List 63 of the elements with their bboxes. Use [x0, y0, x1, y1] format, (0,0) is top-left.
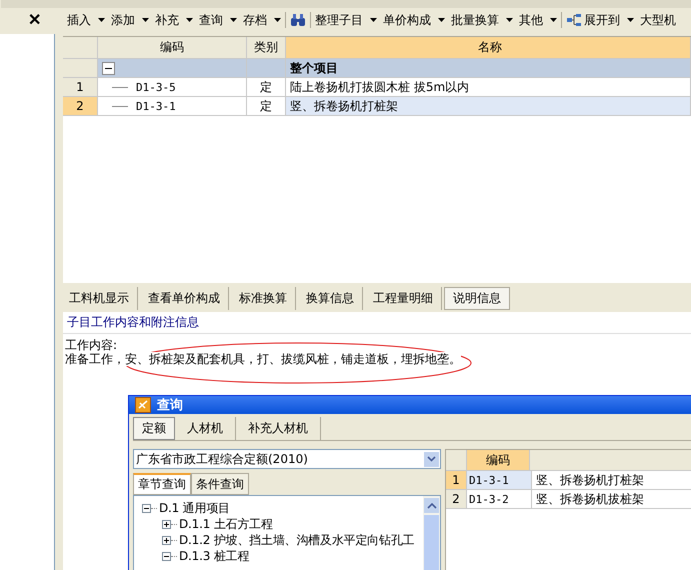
- dialog-tab[interactable]: 人材机: [175, 417, 236, 440]
- dialog-title: 查询: [157, 397, 183, 414]
- scroll-up-button[interactable]: [424, 498, 439, 513]
- detail-tab[interactable]: 工料机显示: [61, 287, 138, 310]
- table-cell: D1-3-5: [136, 80, 176, 94]
- info-text: 准备工作，安、拆桩架及配套机具，打、拔缆风桩，铺走道板，埋拆地垄。: [65, 352, 461, 366]
- toolbar-menu-button[interactable]: 其他: [517, 12, 559, 28]
- column-header[interactable]: 编码: [98, 37, 247, 58]
- column-header[interactable]: 类别: [247, 37, 286, 58]
- row-number[interactable]: 1: [446, 471, 467, 489]
- search-tab[interactable]: 章节查询: [133, 473, 191, 495]
- binoculars-icon: [290, 13, 306, 27]
- table-cell: D1-3-1: [467, 471, 532, 489]
- table-cell: D1-3-2: [467, 490, 532, 508]
- column-header[interactable]: 名称: [286, 37, 691, 58]
- caret-up-icon: [426, 502, 436, 508]
- scrollbar[interactable]: [423, 496, 440, 570]
- toolbar-menu-button[interactable]: 插入: [65, 12, 107, 28]
- table-cell-text: 竖、拆卷扬机拔桩架: [535, 490, 645, 508]
- dialog-tab[interactable]: 定额: [133, 417, 175, 440]
- row-number[interactable]: 1: [63, 78, 98, 96]
- app-icon: [135, 397, 151, 413]
- expand-toggle[interactable]: [162, 520, 171, 528]
- group-title: 整个项目: [286, 59, 691, 77]
- detail-tab[interactable]: 查看单价构成: [140, 287, 229, 310]
- hierarchy-icon: [566, 13, 582, 27]
- scroll-thumb[interactable]: [424, 515, 439, 570]
- section-heading: 子目工作内容和附注信息: [63, 312, 691, 334]
- expand-toggle[interactable]: [142, 504, 151, 512]
- dialog-tab[interactable]: 补充人材机: [236, 417, 321, 440]
- toolbar-menu-button[interactable]: 单价构成: [381, 12, 447, 28]
- row-number[interactable]: 2: [63, 97, 98, 115]
- close-button[interactable]: ✕: [1, 9, 55, 31]
- find-button[interactable]: [288, 13, 308, 27]
- table-cell: 陆上卷扬机打拔圆木桩 拔5m以内: [286, 78, 691, 96]
- toolbar-menu-button[interactable]: 添加: [109, 12, 151, 28]
- row-number[interactable]: 2: [446, 490, 467, 508]
- toolbar-menu-button[interactable]: 批量换算: [449, 12, 515, 28]
- table-cell: 定: [247, 78, 286, 96]
- tree-item[interactable]: D.1 通用项目: [159, 500, 230, 516]
- toolbar-menu-button[interactable]: 整理子目: [313, 12, 379, 28]
- expand-toggle[interactable]: [162, 552, 171, 560]
- tree-item[interactable]: D.1.2 护坡、挡土墙、沟槽及水平定向钻孔工: [179, 532, 414, 548]
- table-cell: 竖、拆卷扬机打桩架: [286, 97, 691, 115]
- search-tab[interactable]: 条件查询: [191, 473, 249, 495]
- toolbar-menu-button[interactable]: 展开到: [564, 12, 636, 28]
- table-cell-text: 竖、拆卷扬机打桩架: [535, 472, 645, 488]
- tree-item[interactable]: D.1.1 土石方工程: [179, 516, 273, 532]
- column-header[interactable]: 编码: [467, 450, 530, 470]
- detail-tab[interactable]: 标准换算: [231, 287, 296, 310]
- tree-item[interactable]: D.1.3 桩工程: [179, 548, 250, 564]
- detail-tab[interactable]: 说明信息: [444, 287, 510, 310]
- library-dropdown[interactable]: 广东省市政工程综合定额(2010): [133, 449, 441, 469]
- info-text: 工作内容:: [65, 338, 118, 352]
- collapse-toggle[interactable]: [102, 62, 115, 74]
- expand-toggle[interactable]: [162, 536, 171, 544]
- toolbar-menu-button[interactable]: 补充: [153, 12, 195, 28]
- detail-tab[interactable]: 换算信息: [298, 287, 363, 310]
- table-cell: D1-3-1: [136, 100, 176, 112]
- toolbar-menu-button[interactable]: 存档: [241, 12, 283, 28]
- detail-tab[interactable]: 工程量明细: [365, 287, 442, 310]
- toolbar-menu-button[interactable]: 大型机: [638, 12, 678, 28]
- toolbar-menu-button[interactable]: 查询: [197, 12, 239, 28]
